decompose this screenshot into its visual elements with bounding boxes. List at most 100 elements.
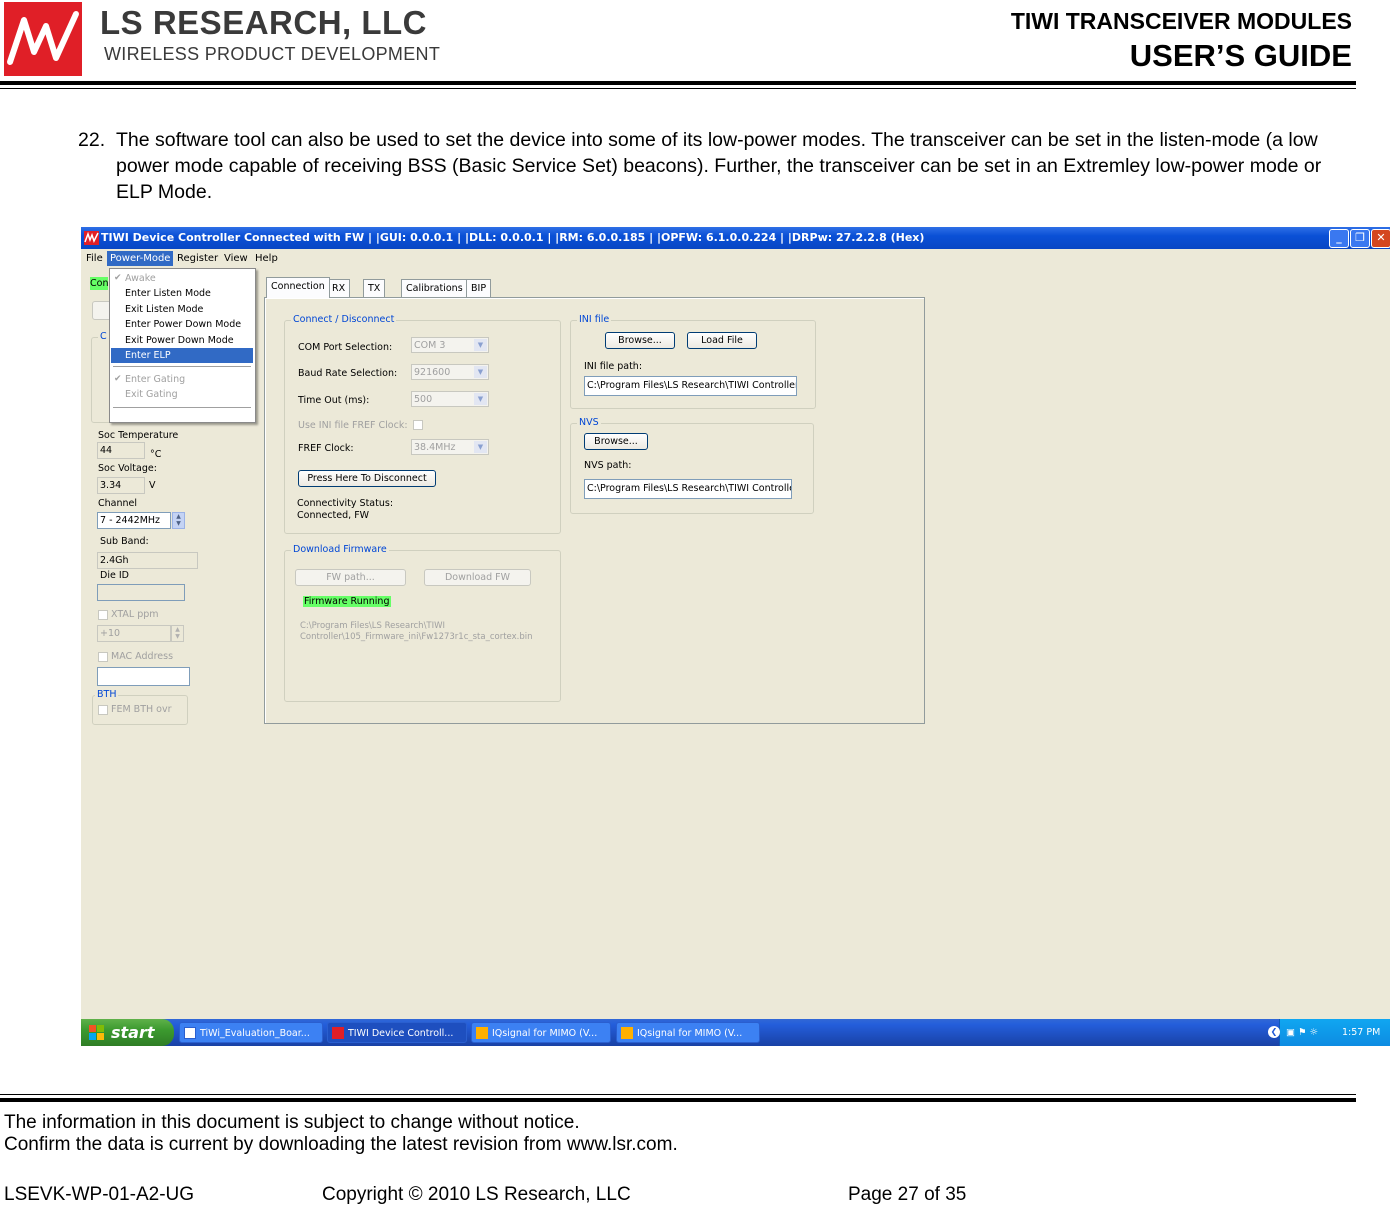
mac-address-label: MAC Address xyxy=(111,651,174,662)
mac-address-field[interactable] xyxy=(97,667,190,686)
tray-icons[interactable]: ▣⚑☼ xyxy=(1286,1019,1321,1046)
tiwi-controller-window: TIWI Device Controller Connected with FW… xyxy=(81,227,1390,1046)
xtal-ppm-spinner[interactable]: ▲ ▼ xyxy=(171,625,184,642)
check-icon: ✔ xyxy=(114,273,122,283)
document-icon xyxy=(184,1027,196,1039)
menu-separator xyxy=(113,366,251,367)
menu-item-awake[interactable]: ✔ Awake xyxy=(111,271,253,286)
xtal-ppm-checkbox[interactable] xyxy=(98,610,108,620)
app-logo-icon xyxy=(84,231,99,245)
close-button[interactable]: ✕ xyxy=(1371,229,1390,248)
windows-taskbar: start TiWi_Evaluation_Boar... TIWI Devic… xyxy=(81,1019,1390,1046)
tab-bip[interactable]: BIP xyxy=(466,279,492,297)
brand-name: LS RESEARCH, LLC xyxy=(100,4,428,41)
ini-browse-button[interactable]: Browse... xyxy=(605,332,675,349)
tab-connection[interactable]: Connection xyxy=(266,277,330,298)
menu-help[interactable]: Help xyxy=(252,251,281,266)
nvs-path-field[interactable]: C:\Program Files\LS Research\TIWI Contro… xyxy=(584,479,792,499)
use-ini-fref-checkbox[interactable] xyxy=(413,420,423,430)
start-button[interactable]: start xyxy=(81,1019,174,1046)
menu-item-enter-gating[interactable]: ✔ Enter Gating xyxy=(111,372,253,387)
connectivity-status-label: Connectivity Status: xyxy=(297,498,394,509)
mac-address-checkbox[interactable] xyxy=(98,652,108,662)
channel-field[interactable]: 7 - 2442MHz xyxy=(97,512,171,529)
menu-file[interactable]: File xyxy=(83,251,106,266)
brand-tagline: WIRELESS PRODUCT DEVELOPMENT xyxy=(104,44,441,64)
check-icon: ✔ xyxy=(114,374,122,384)
menu-item-exit-power-down[interactable]: Exit Power Down Mode xyxy=(111,333,253,348)
taskbar-item-tiwi-controller[interactable]: TIWI Device Controll... xyxy=(327,1022,467,1043)
ini-file-group-title: INI file xyxy=(577,314,612,325)
menu-bar: File Power-Mode Register View Help xyxy=(81,249,1390,268)
nvs-browse-button[interactable]: Browse... xyxy=(584,433,648,450)
footer-doc-id: LSEVK-WP-01-A2-UG xyxy=(4,1184,195,1205)
com-port-select[interactable]: COM 3 ▼ xyxy=(411,337,489,353)
soc-temperature-label: Soc Temperature xyxy=(98,430,179,441)
footer-revision-note: Confirm the data is current by downloadi… xyxy=(4,1134,678,1155)
firmware-status: Firmware Running xyxy=(303,596,391,607)
baud-rate-select[interactable]: 921600 ▼ xyxy=(411,364,489,380)
menu-item-exit-listen[interactable]: Exit Listen Mode xyxy=(111,302,253,317)
menu-item-enter-listen[interactable]: Enter Listen Mode xyxy=(111,286,253,301)
soc-voltage-label: Soc Voltage: xyxy=(98,463,157,474)
bth-group-title: BTH xyxy=(95,689,119,700)
tray-collapse-icon[interactable]: ❮ xyxy=(1268,1026,1280,1038)
fem-bth-checkbox[interactable] xyxy=(98,705,108,715)
sub-band-label: Sub Band: xyxy=(100,536,149,547)
window-title: TIWI Device Controller Connected with FW… xyxy=(101,231,925,244)
taskbar-item-iqsignal-2[interactable]: IQsignal for MIMO (V... xyxy=(616,1022,760,1043)
timeout-label: Time Out (ms): xyxy=(298,395,370,406)
menu-item-exit-gating[interactable]: Exit Gating xyxy=(111,387,253,402)
tab-tx[interactable]: TX xyxy=(363,279,386,297)
power-mode-menu: ✔ Awake Enter Listen Mode Exit Listen Mod… xyxy=(109,268,256,423)
nvs-group: NVS Browse... NVS path: C:\Program Files… xyxy=(570,417,814,514)
window-titlebar: TIWI Device Controller Connected with FW… xyxy=(81,227,1390,249)
soc-temperature-unit: °C xyxy=(150,449,162,460)
minimize-button[interactable]: _ xyxy=(1329,229,1349,248)
tab-calibrations[interactable]: Calibrations xyxy=(401,279,468,297)
taskbar-item-evaluation-doc[interactable]: TiWi_Evaluation_Boar... xyxy=(179,1022,323,1043)
taskbar-item-iqsignal-1[interactable]: IQsignal for MIMO (V... xyxy=(471,1022,611,1043)
footer-page-number: Page 27 of 35 xyxy=(848,1184,967,1205)
fref-clock-select[interactable]: 38.4MHz ▼ xyxy=(411,439,489,455)
ini-load-file-button[interactable]: Load File xyxy=(687,332,757,349)
connectivity-status-value: Connected, FW xyxy=(297,510,370,521)
restore-button[interactable]: ❐ xyxy=(1350,229,1370,248)
die-id-field xyxy=(97,584,185,601)
status-indicator: Con xyxy=(90,277,108,290)
menu-item-enter-power-down[interactable]: Enter Power Down Mode xyxy=(111,317,253,332)
step-number: 22. xyxy=(78,129,106,151)
timeout-select[interactable]: 500 ▼ xyxy=(411,391,489,407)
fw-path-button[interactable]: FW path... xyxy=(295,569,406,586)
footer-copyright: Copyright © 2010 LS Research, LLC xyxy=(322,1184,631,1205)
iqsignal-icon xyxy=(621,1027,633,1039)
start-label: start xyxy=(111,1023,155,1042)
tab-rx[interactable]: RX xyxy=(327,279,351,297)
download-fw-button[interactable]: Download FW xyxy=(424,569,531,586)
menu-register[interactable]: Register xyxy=(174,251,221,266)
connect-group-title: Connect / Disconnect xyxy=(291,314,397,325)
chevron-down-icon: ▼ xyxy=(474,339,487,351)
chevron-down-icon: ▼ xyxy=(474,366,487,378)
nvs-group-title: NVS xyxy=(577,417,601,428)
doc-subtitle: USER’S GUIDE xyxy=(1129,38,1352,73)
channel-spinner[interactable]: ▲ ▼ xyxy=(172,512,185,529)
ini-path-label: INI file path: xyxy=(584,361,643,372)
menu-power-mode[interactable]: Power-Mode xyxy=(107,251,174,266)
download-firmware-title: Download Firmware xyxy=(291,544,389,555)
menu-view[interactable]: View xyxy=(221,251,251,266)
connect-group: Connect / Disconnect COM Port Selection:… xyxy=(284,314,561,534)
soc-temperature-field: 44 xyxy=(97,442,145,459)
menu-item-enter-elp[interactable]: Enter ELP xyxy=(111,348,253,363)
doc-title: TIWI TRANSCEIVER MODULES xyxy=(1010,8,1352,34)
chevron-down-icon: ▼ xyxy=(474,393,487,405)
nvs-path-label: NVS path: xyxy=(584,460,632,471)
disconnect-button[interactable]: Press Here To Disconnect xyxy=(298,470,436,487)
footer-rule-thin xyxy=(0,1094,1356,1095)
clock: 1:57 PM xyxy=(1342,1027,1381,1038)
sub-band-field: 2.4Gh xyxy=(97,552,198,569)
channel-label: Channel xyxy=(98,498,138,509)
step-paragraph: 22. The software tool can also be used t… xyxy=(78,127,1348,205)
ini-path-field[interactable]: C:\Program Files\LS Research\TIWI Contro… xyxy=(584,376,797,396)
connection-panel: Connect / Disconnect COM Port Selection:… xyxy=(264,297,925,724)
